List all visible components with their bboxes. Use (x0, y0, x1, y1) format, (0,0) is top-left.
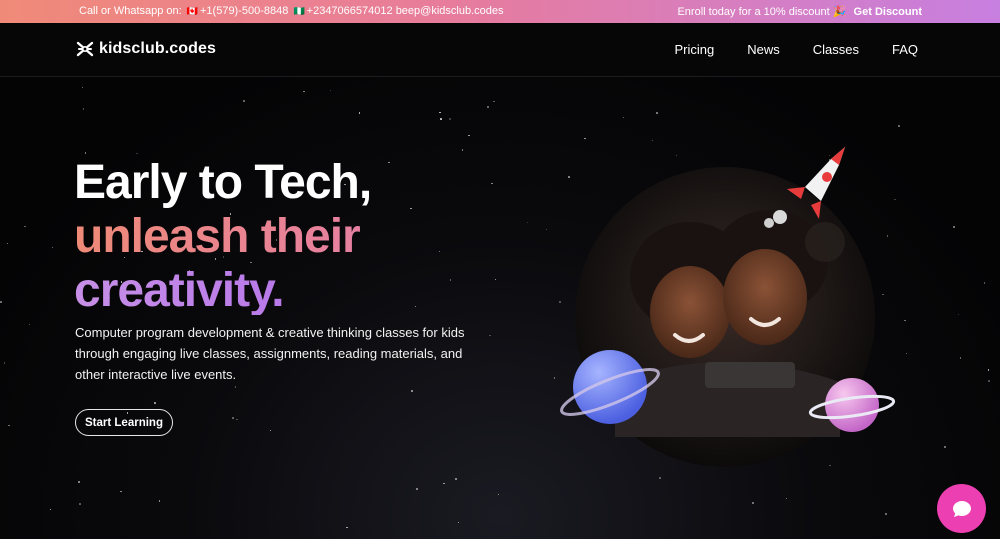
chat-bubble-icon (952, 500, 971, 517)
star (234, 386, 237, 388)
hero-heading-line-2: unleash their (74, 210, 361, 263)
star (438, 250, 441, 252)
party-popper-icon: 🎉 (832, 6, 847, 18)
promo-info: Enroll today for a 10% discount 🎉 Get Di… (677, 5, 922, 18)
star (120, 490, 122, 493)
star (82, 108, 85, 110)
star (28, 323, 31, 326)
star (84, 152, 87, 154)
star (158, 500, 161, 502)
hero-section: Early to Tech, unleash their creativity.… (0, 77, 1000, 539)
logo-link[interactable]: kidsclub.codes (76, 40, 216, 58)
star (491, 182, 493, 185)
star (440, 118, 442, 120)
main-nav: Pricing News Classes FAQ (674, 42, 918, 57)
get-discount-link[interactable]: Get Discount (854, 6, 922, 18)
star (449, 279, 452, 281)
announcement-bar: Call or Whatsapp on: 🇨🇦 +1(579)-500-8848 … (0, 0, 1000, 23)
star (987, 369, 990, 371)
star (461, 149, 464, 151)
nav-item-classes[interactable]: Classes (813, 42, 859, 57)
star (49, 508, 52, 511)
star (0, 301, 2, 303)
star (489, 334, 491, 337)
star (457, 521, 459, 524)
star (416, 488, 418, 490)
promo-text: Enroll today for a 10% discount (677, 6, 830, 18)
star (329, 89, 332, 92)
contact-label: Call or Whatsapp on: (79, 5, 182, 17)
star (78, 481, 80, 483)
star (983, 282, 986, 284)
child-face-left (650, 266, 730, 358)
star (905, 352, 908, 355)
star (8, 424, 10, 427)
star (24, 225, 26, 228)
email-link[interactable]: beep@kidsclub.codes (396, 5, 504, 17)
star (622, 116, 625, 119)
star (269, 429, 272, 432)
star (988, 380, 990, 382)
hero-heading-line-1: Early to Tech, (74, 156, 372, 209)
star (388, 161, 390, 164)
start-learning-button[interactable]: Start Learning (75, 409, 173, 436)
star (303, 90, 305, 93)
star (79, 503, 81, 505)
star (414, 305, 417, 308)
star (81, 86, 84, 89)
star (6, 242, 9, 244)
logo-text: kidsclub.codes (99, 40, 216, 57)
star (3, 362, 6, 364)
star (959, 357, 962, 359)
star (494, 278, 497, 281)
star (898, 125, 900, 127)
nav-item-pricing[interactable]: Pricing (674, 42, 714, 57)
star (51, 246, 54, 249)
star (236, 418, 238, 421)
star (439, 111, 441, 114)
star (785, 497, 788, 500)
canada-flag-icon: 🇨🇦 (186, 6, 198, 16)
star (136, 152, 138, 155)
contact-info: Call or Whatsapp on: 🇨🇦 +1(579)-500-8848 … (79, 5, 503, 17)
star (885, 513, 887, 515)
star (346, 526, 348, 529)
child-face-right (723, 249, 807, 345)
star (243, 100, 245, 102)
navbar: kidsclub.codes Pricing News Classes FAQ (0, 23, 1000, 77)
phone-canada-link[interactable]: +1(579)-500-8848 (200, 5, 288, 17)
star (468, 134, 470, 137)
star (656, 112, 658, 114)
phone-nigeria-link[interactable]: +2347066574012 (307, 5, 393, 17)
astronaut-kids-illustration (560, 147, 896, 467)
star (154, 402, 156, 404)
hero-description: Computer program development & creative … (75, 325, 465, 382)
star (497, 493, 500, 496)
star (443, 482, 445, 485)
star (358, 112, 361, 114)
star (449, 118, 451, 120)
chat-button[interactable] (937, 484, 986, 533)
star (953, 226, 955, 228)
star (410, 207, 412, 210)
star (944, 446, 946, 448)
logo-icon (76, 41, 94, 57)
nav-item-news[interactable]: News (747, 42, 780, 57)
star (493, 100, 495, 103)
star (487, 106, 489, 108)
nigeria-flag-icon: 🇳🇬 (293, 6, 305, 16)
star (411, 390, 413, 392)
star (752, 502, 754, 504)
nav-item-faq[interactable]: FAQ (892, 42, 918, 57)
hero-heading-line-3: creativity. (74, 264, 285, 317)
star (957, 313, 960, 316)
star (545, 228, 548, 231)
star (455, 478, 457, 480)
star (232, 417, 234, 419)
star (526, 221, 529, 224)
